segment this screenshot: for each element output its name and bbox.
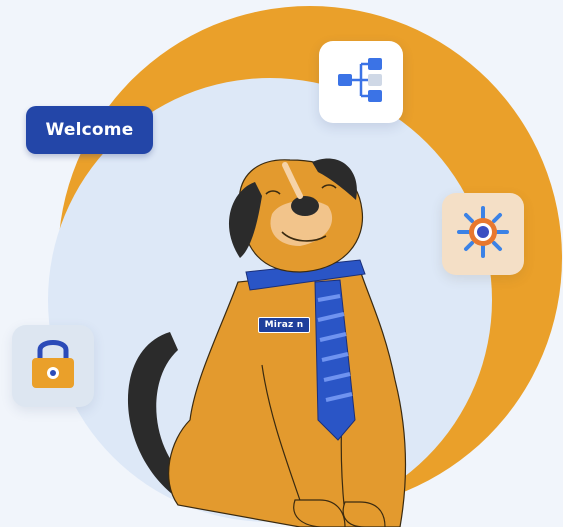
target-tile bbox=[442, 193, 524, 275]
dog-nose bbox=[291, 196, 319, 216]
flowchart-tile bbox=[319, 41, 403, 123]
welcome-badge: Welcome bbox=[26, 106, 153, 154]
dog-name-tag: Miraz n bbox=[258, 317, 310, 333]
padlock-icon bbox=[28, 336, 78, 396]
flowchart-icon bbox=[335, 54, 387, 110]
target-icon bbox=[455, 204, 511, 264]
padlock-tile bbox=[12, 325, 94, 407]
illustration-stage: Welcome Miraz n bbox=[0, 0, 563, 527]
